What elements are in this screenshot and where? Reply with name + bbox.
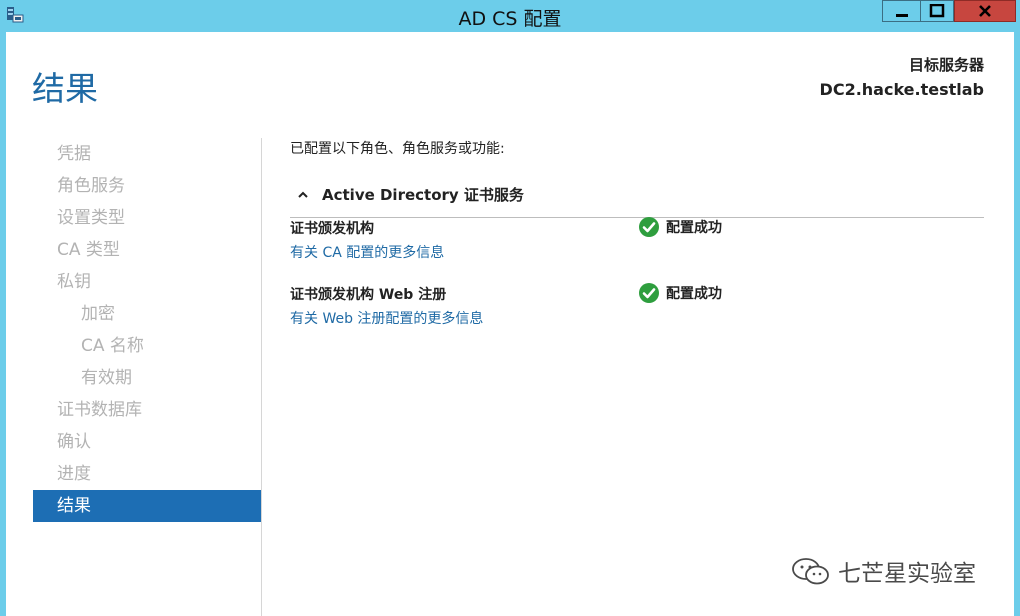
status: 配置成功 — [638, 216, 722, 238]
result-row: 证书颁发机构 Web 注册 有关 Web 注册配置的更多信息 配置成功 — [290, 282, 984, 350]
close-button[interactable] — [954, 0, 1016, 22]
window-title: AD CS 配置 — [458, 8, 562, 30]
watermark: 七芒星实验室 — [790, 554, 976, 588]
nav-item-ca-name[interactable]: CA 名称 — [33, 330, 261, 362]
watermark-text: 七芒星实验室 — [838, 561, 976, 587]
more-info-link[interactable]: 有关 CA 配置的更多信息 — [290, 242, 444, 262]
nav-item-ca-type[interactable]: CA 类型 — [33, 234, 261, 266]
status: 配置成功 — [638, 282, 722, 304]
nav-item-confirmation[interactable]: 确认 — [33, 426, 261, 458]
wizard-nav: 凭据 角色服务 设置类型 CA 类型 私钥 加密 CA 名称 有效期 证书数据库… — [33, 138, 261, 522]
close-icon — [979, 5, 991, 17]
maximize-icon — [929, 4, 945, 18]
minimize-icon — [895, 14, 908, 17]
nav-item-validity-period[interactable]: 有效期 — [33, 362, 261, 394]
nav-item-credentials[interactable]: 凭据 — [33, 138, 261, 170]
target-server-label: 目标服务器 — [908, 56, 984, 74]
status-text: 配置成功 — [666, 220, 722, 236]
nav-item-cryptography[interactable]: 加密 — [33, 298, 261, 330]
dialog-body: 结果 目标服务器 DC2.hacke.testlab 凭据 角色服务 设置类型 … — [6, 32, 1014, 616]
nav-item-private-key[interactable]: 私钥 — [33, 266, 261, 298]
minimize-button[interactable] — [882, 0, 920, 22]
section-title: Active Directory 证书服务 — [322, 186, 524, 204]
role-name: 证书颁发机构 — [290, 221, 374, 237]
chevron-up-icon[interactable] — [296, 190, 310, 200]
intro-text: 已配置以下角色、角色服务或功能: — [290, 141, 505, 157]
check-circle-icon — [639, 283, 659, 303]
results-panel: 已配置以下角色、角色服务或功能: Active Directory 证书服务 证… — [290, 138, 984, 350]
status-text: 配置成功 — [666, 286, 722, 302]
target-server-name: DC2.hacke.testlab — [819, 80, 984, 99]
nav-item-results[interactable]: 结果 — [33, 490, 261, 522]
page-title: 结果 — [32, 69, 98, 108]
check-circle-icon — [639, 217, 659, 237]
nav-divider — [261, 138, 262, 616]
ad-cs-config-window: AD CS 配置 结果 目标服务器 DC2.hacke.testlab 凭据 角… — [0, 0, 1020, 616]
nav-item-role-services[interactable]: 角色服务 — [33, 170, 261, 202]
nav-item-certificate-database[interactable]: 证书数据库 — [33, 394, 261, 426]
title-bar[interactable]: AD CS 配置 — [0, 0, 1020, 32]
role-name: 证书颁发机构 Web 注册 — [290, 287, 447, 303]
wechat-icon — [792, 558, 829, 585]
nav-item-setup-type[interactable]: 设置类型 — [33, 202, 261, 234]
result-row: 证书颁发机构 有关 CA 配置的更多信息 配置成功 — [290, 216, 984, 284]
section-header[interactable]: Active Directory 证书服务 — [290, 184, 984, 205]
nav-item-progress[interactable]: 进度 — [33, 458, 261, 490]
more-info-link[interactable]: 有关 Web 注册配置的更多信息 — [290, 308, 483, 328]
maximize-button[interactable] — [920, 0, 954, 22]
